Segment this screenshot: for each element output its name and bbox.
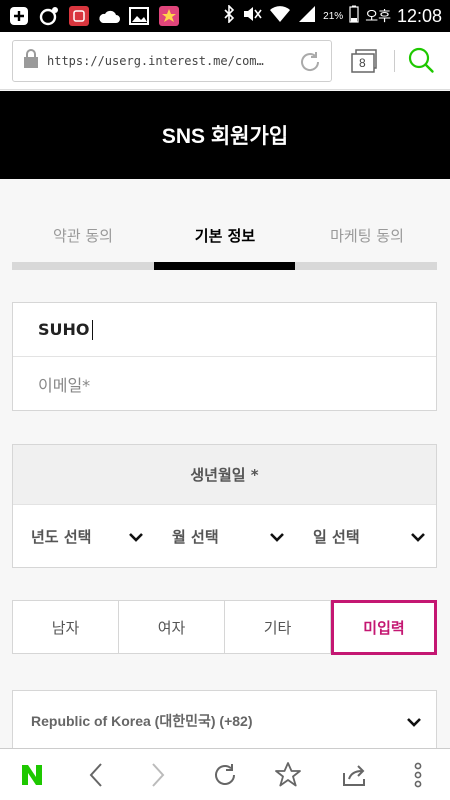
signal-icon — [297, 5, 317, 27]
name-value: SUHO — [38, 320, 90, 339]
step-bar-marketing — [295, 262, 437, 270]
account-input-group: SUHO 이메일* — [12, 302, 437, 411]
gender-female-button[interactable]: 여자 — [119, 601, 225, 653]
gender-male-button[interactable]: 남자 — [13, 601, 119, 653]
name-field[interactable]: SUHO — [13, 303, 436, 357]
add-icon — [8, 5, 30, 27]
more-menu-icon[interactable] — [402, 759, 434, 791]
page-title: SNS 회원가입 — [0, 91, 450, 179]
status-bar: 21% 오후 12:08 — [0, 0, 450, 32]
browser-address-bar: https://userg.interest.me/com… 8 — [0, 32, 450, 90]
day-select-label: 일 선택 — [313, 528, 360, 546]
refresh-icon[interactable] — [209, 759, 241, 791]
chevron-down-icon — [410, 529, 426, 547]
bluetooth-icon — [223, 4, 235, 27]
app-star-icon — [158, 5, 180, 27]
cloud-icon — [98, 5, 120, 27]
birthday-group: 생년월일 * 년도 선택 월 선택 일 선택 — [12, 444, 437, 568]
lock-icon — [23, 49, 39, 73]
url-field[interactable]: https://userg.interest.me/com… — [12, 40, 332, 82]
bookmark-star-icon[interactable] — [272, 759, 304, 791]
back-icon[interactable] — [80, 759, 112, 791]
wifi-icon — [269, 5, 291, 27]
gender-none-button[interactable]: 미입력 — [331, 600, 437, 655]
naver-home-icon[interactable] — [16, 759, 48, 791]
app-red-icon — [68, 5, 90, 27]
step-bar-terms — [12, 262, 154, 270]
chevron-down-icon — [128, 529, 144, 547]
email-placeholder: 이메일* — [38, 376, 91, 395]
toolbar-divider — [394, 50, 395, 72]
birthday-title: 생년월일 * — [13, 445, 436, 505]
day-select[interactable]: 일 선택 — [295, 505, 436, 568]
search-icon[interactable] — [406, 45, 436, 79]
tabs-button[interactable]: 8 — [350, 48, 378, 74]
camera-icon — [38, 5, 60, 27]
step-basic-info[interactable]: 기본 정보 — [154, 225, 296, 246]
year-select-label: 년도 선택 — [31, 528, 92, 546]
year-select[interactable]: 년도 선택 — [13, 505, 154, 568]
step-bar-basic-info — [154, 262, 295, 270]
text-caret — [91, 319, 93, 340]
chevron-down-icon — [269, 529, 285, 547]
gender-other-button[interactable]: 기타 — [225, 601, 331, 653]
forward-icon[interactable] — [142, 759, 174, 791]
share-icon[interactable] — [338, 759, 370, 791]
step-marketing[interactable]: 마케팅 동의 — [296, 225, 438, 246]
clock-time: 12:08 — [396, 5, 442, 26]
mute-icon — [241, 5, 263, 27]
tab-count: 8 — [359, 56, 366, 70]
battery-percent: 21% — [323, 10, 344, 22]
gender-selector: 남자 여자 기타 미입력 — [12, 600, 437, 655]
signup-steps: 약관 동의 기본 정보 마케팅 동의 — [12, 215, 437, 270]
month-select[interactable]: 월 선택 — [154, 505, 295, 568]
battery-icon — [349, 5, 359, 27]
url-text: https://userg.interest.me/com… — [47, 54, 264, 68]
image-icon — [128, 5, 150, 27]
browser-bottom-nav — [0, 748, 450, 800]
chevron-down-icon — [406, 715, 422, 731]
email-field[interactable]: 이메일* — [13, 357, 436, 411]
step-terms[interactable]: 약관 동의 — [12, 225, 154, 246]
month-select-label: 월 선택 — [172, 528, 219, 546]
country-select-label: Republic of Korea (대한민국) (+82) — [31, 713, 253, 729]
clock-ampm: 오후 — [365, 8, 391, 24]
country-select[interactable]: Republic of Korea (대한민국) (+82) — [12, 690, 437, 752]
reload-icon[interactable] — [297, 49, 323, 79]
